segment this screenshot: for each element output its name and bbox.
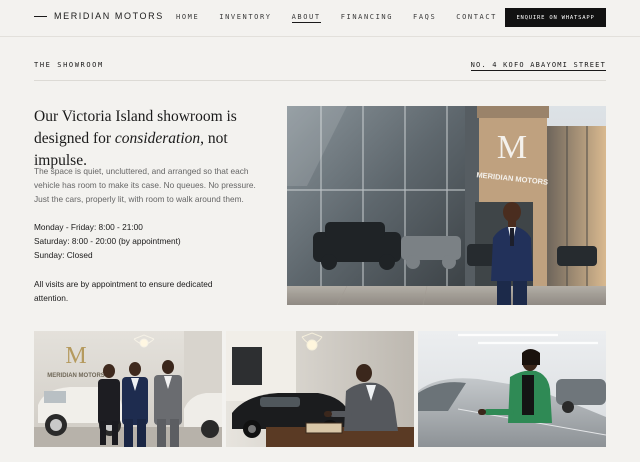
headline-emphasis: consideration (114, 130, 201, 147)
nav-link-financing[interactable]: FINANCING (341, 13, 393, 23)
section-label: THE SHOWROOM (34, 61, 104, 69)
svg-text:M: M (65, 343, 86, 369)
hours-weekdays: Monday - Friday: 8:00 - 21:00 (34, 222, 143, 232)
showroom-facade-photo: M MERIDIAN MOTORS (287, 106, 606, 305)
hero-monogram: M (497, 129, 527, 166)
nav-link-about[interactable]: ABOUT (291, 13, 321, 23)
nav-links: HOME INVENTORY ABOUT FINANCING FAQS CONT… (176, 13, 517, 23)
top-navigation: MERIDIAN MOTORS HOME INVENTORY ABOUT FIN… (0, 0, 640, 37)
nav-link-inventory[interactable]: INVENTORY (219, 13, 271, 23)
section-header: THE SHOWROOM NO. 4 KOFO ABAYOMI STREET (34, 60, 606, 81)
address-link[interactable]: NO. 4 KOFO ABAYOMI STREET (470, 61, 606, 71)
nav-link-faqs[interactable]: FAQS (413, 13, 436, 23)
opening-hours: Monday - Friday: 8:00 - 21:00 Saturday: … (34, 220, 181, 262)
hours-sunday: Sunday: Closed (34, 250, 93, 260)
showroom-description: The space is quiet, uncluttered, and arr… (34, 166, 256, 204)
gallery-sign-text: MERIDIAN MOTORS (47, 373, 105, 379)
page-headline: Our Victoria Island showroom is designed… (34, 106, 274, 172)
team-with-cars-photo: M MERIDIAN MOTORS (34, 331, 222, 447)
brand-name: MERIDIAN MOTORS (54, 11, 164, 21)
hours-saturday: Saturday: 8:00 - 20:00 (by appointment) (34, 236, 181, 246)
appointment-note: All visits are by appointment to ensure … (34, 279, 213, 303)
brand-logo[interactable]: MERIDIAN MOTORS (34, 11, 164, 21)
nav-link-contact[interactable]: CONTACT (456, 13, 497, 23)
inspecting-car-photo (418, 331, 606, 447)
enquire-whatsapp-button[interactable]: ENQUIRE ON WHATSAPP (505, 8, 606, 27)
nav-link-home[interactable]: HOME (176, 13, 199, 23)
consultation-desk-photo (226, 331, 414, 447)
brand-line-mark (34, 15, 47, 17)
